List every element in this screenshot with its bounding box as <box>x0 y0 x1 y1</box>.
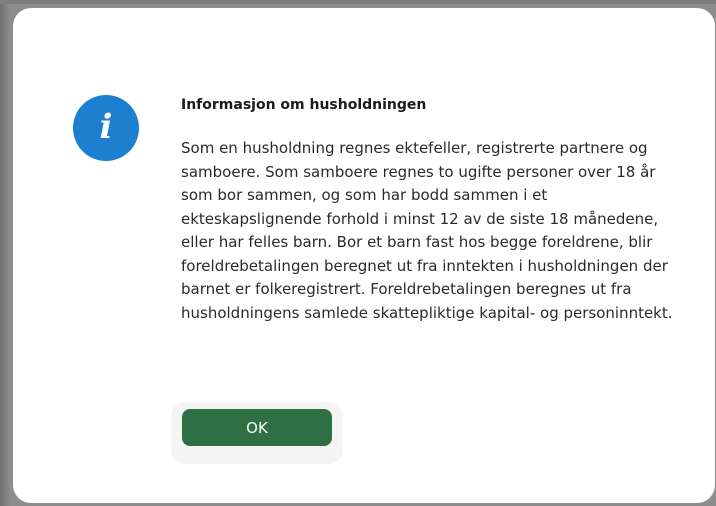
dialog-title: Informasjon om husholdningen <box>181 97 427 113</box>
info-dialog: i Informasjon om husholdningen Som en hu… <box>13 8 715 503</box>
dialog-body-text: Som en husholdning regnes ektefeller, re… <box>181 139 673 322</box>
info-icon: i <box>73 95 139 161</box>
info-icon-glyph: i <box>99 107 113 147</box>
ok-button[interactable]: OK <box>182 409 332 446</box>
background-header-strip <box>0 0 716 4</box>
